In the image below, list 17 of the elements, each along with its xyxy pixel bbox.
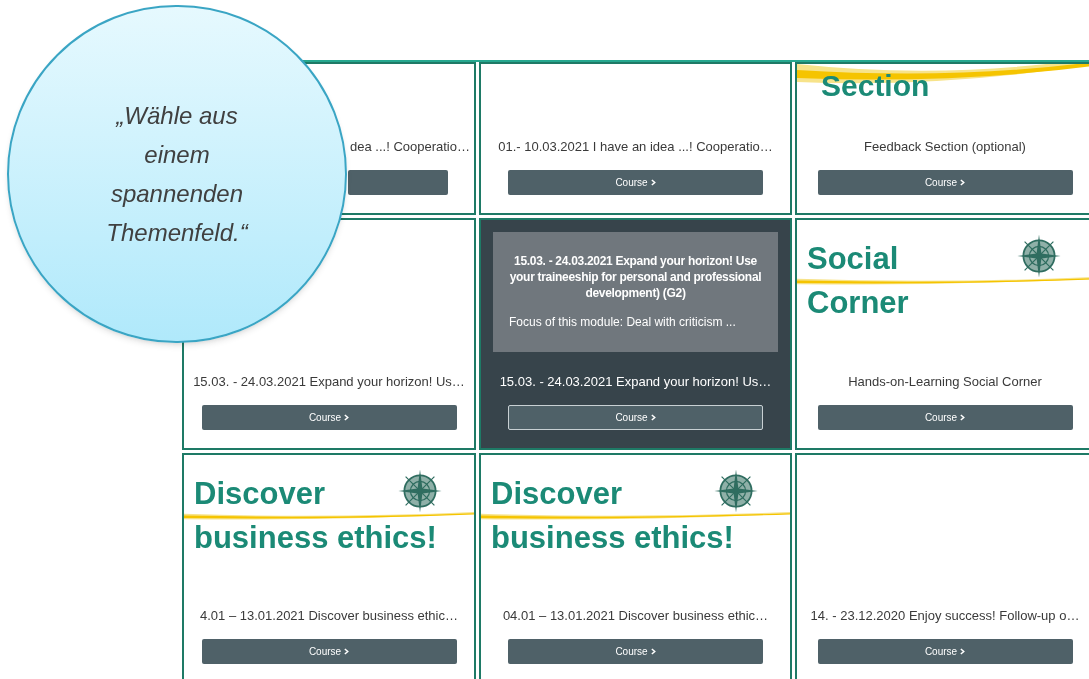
banner-text: Discover — [194, 477, 325, 511]
banner-text: Corner — [807, 286, 909, 320]
course-title: dea ...! Cooperatio… — [350, 137, 470, 156]
banner-text: business ethics! — [194, 521, 437, 555]
course-title: 15.03. - 24.03.2021 Expand your horizon! Us… — [499, 372, 772, 391]
course-title: Hands-on-Learning Social Corner — [848, 372, 1042, 391]
course-title: 14. - 23.12.2020 Enjoy success! Follow-up o… — [810, 606, 1080, 625]
banner-text: business ethics! — [491, 521, 734, 555]
summary-text: Focus of this module: Deal with criticism ... — [508, 314, 736, 331]
course-title: 15.03. - 24.03.2021 Expand your horizon! Us… — [193, 372, 465, 391]
course-title: 4.01 – 13.01.2021 Discover business ethic… — [200, 606, 458, 625]
course-title: 01.- 10.03.2021 I have an idea ...! Cooperatio… — [498, 137, 773, 156]
banner-text: Discover — [491, 477, 622, 511]
course-title: Feedback Section (optional) — [864, 137, 1026, 156]
course-title: 04.01 – 13.01.2021 Discover business ethic… — [502, 606, 769, 625]
banner-text: Social — [807, 242, 899, 276]
summary-title: 15.03. - 24.03.2021 Expand your horizon! Use your traineeship for personal and professional development) (G2) — [508, 253, 763, 301]
